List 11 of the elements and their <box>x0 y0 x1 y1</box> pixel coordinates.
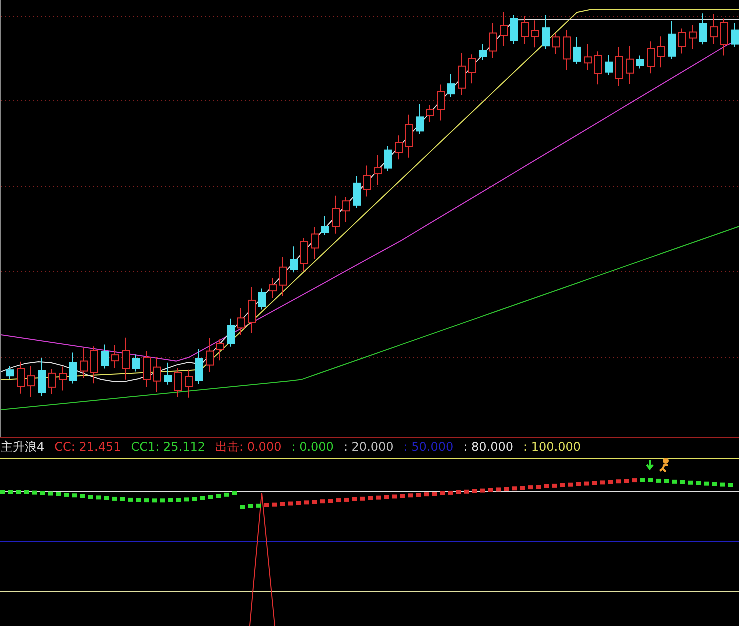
indicator-name: 主升浪4 <box>1 438 45 456</box>
indicator-value: : 20.000 <box>344 440 394 454</box>
indicator-value: CC1: 25.112 <box>131 440 206 454</box>
indicator-value: : 0.000 <box>292 440 334 454</box>
down-arrow-icon <box>646 459 654 471</box>
indicator-value: : 50.000 <box>404 440 454 454</box>
indicator-value: CC: 21.451 <box>54 440 122 454</box>
indicator-value: 出击: 0.000 <box>216 438 282 456</box>
running-figure-icon <box>659 458 669 473</box>
indicator-value: : 100.000 <box>524 440 581 454</box>
indicator-value: : 80.000 <box>464 440 514 454</box>
